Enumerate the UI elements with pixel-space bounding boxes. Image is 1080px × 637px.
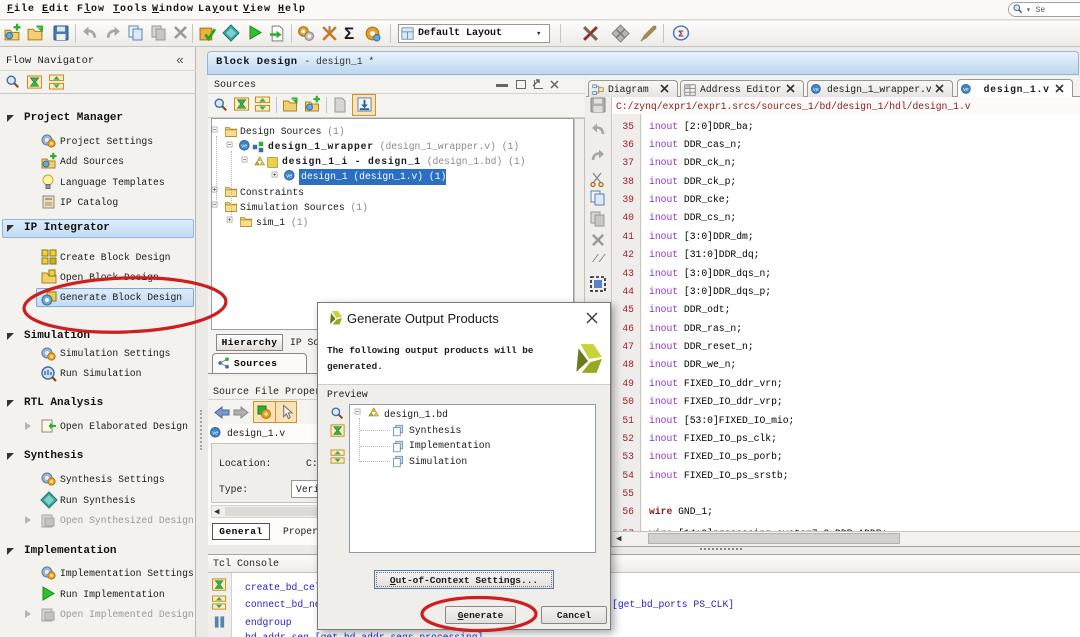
svg-text:Σ: Σ <box>678 29 684 40</box>
